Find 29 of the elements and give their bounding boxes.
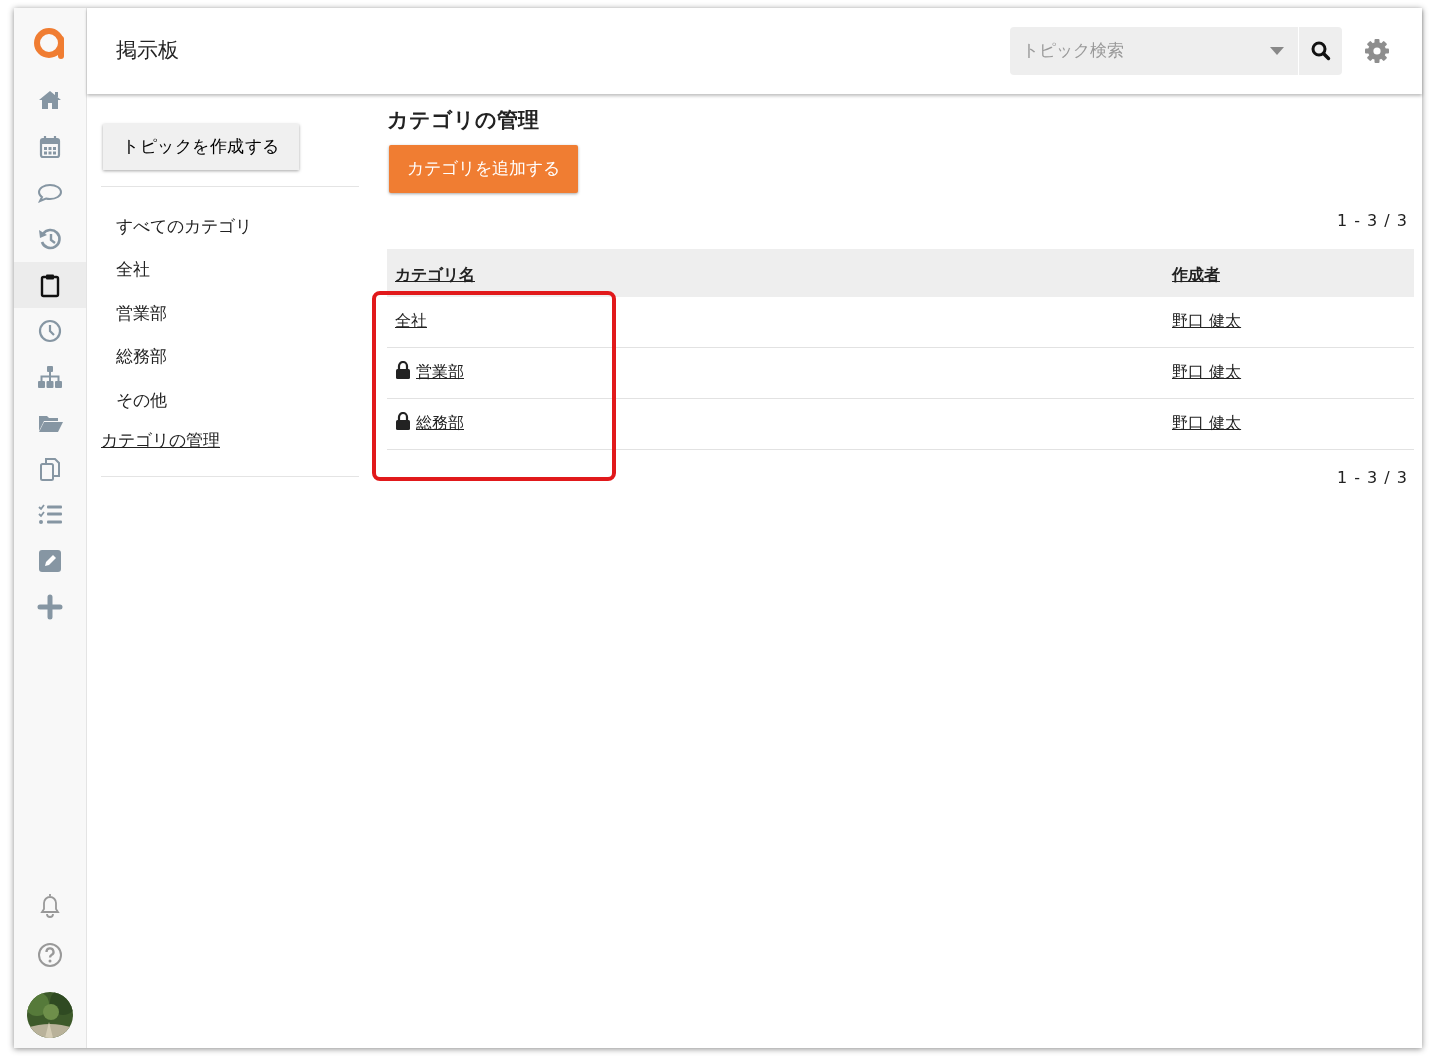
- help-icon[interactable]: [36, 941, 64, 969]
- search-box[interactable]: トピック検索: [1010, 27, 1342, 75]
- category-link[interactable]: 全社: [395, 310, 427, 330]
- settings-icon[interactable]: [1364, 38, 1390, 64]
- category-item[interactable]: 営業部: [101, 291, 359, 335]
- creator-link[interactable]: 野口 健太: [1172, 412, 1242, 432]
- category-item[interactable]: 総務部: [101, 335, 359, 379]
- section-heading: カテゴリの管理: [387, 108, 540, 134]
- caret-icon[interactable]: [1270, 47, 1284, 55]
- pagination-info: 1 - 3 / 3: [1336, 209, 1408, 232]
- page-title: 掲示板: [116, 37, 179, 65]
- category-link[interactable]: 営業部: [416, 361, 464, 381]
- category-link[interactable]: 総務部: [416, 412, 464, 432]
- column-header[interactable]: 作成者: [1172, 264, 1220, 284]
- search-input[interactable]: トピック検索: [1010, 38, 1270, 64]
- pagination-info: 1 - 3 / 3: [1336, 466, 1408, 489]
- category-item[interactable]: すべてのカテゴリ: [101, 204, 359, 248]
- search-icon[interactable]: [1310, 41, 1331, 61]
- edit-icon[interactable]: [36, 547, 64, 575]
- column-header[interactable]: カテゴリ名: [395, 264, 475, 284]
- create-topic-button[interactable]: トピックを作成する: [103, 124, 299, 170]
- sitemap-icon[interactable]: [36, 363, 64, 391]
- creator-link[interactable]: 野口 健太: [1172, 361, 1242, 381]
- manage-categories-link[interactable]: カテゴリの管理: [101, 422, 220, 460]
- creator-link[interactable]: 野口 健太: [1172, 310, 1242, 330]
- category-item[interactable]: 全社: [101, 248, 359, 292]
- plus-icon[interactable]: [36, 593, 64, 621]
- category-item[interactable]: その他: [101, 378, 359, 422]
- clock-icon[interactable]: [36, 317, 64, 345]
